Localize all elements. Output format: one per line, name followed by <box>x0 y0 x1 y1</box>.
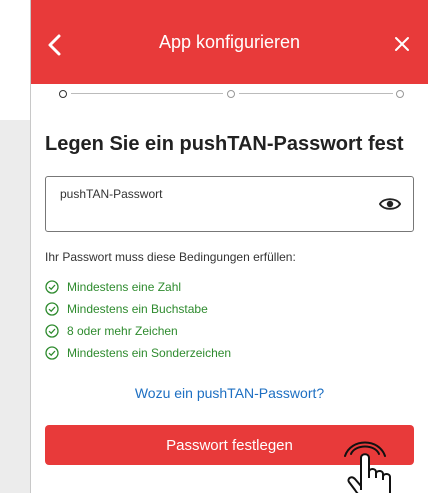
background-panel <box>0 120 30 493</box>
step-2-indicator <box>227 90 235 98</box>
progress-stepper <box>31 84 428 104</box>
step-1-indicator <box>59 90 67 98</box>
step-3-indicator <box>396 90 404 98</box>
check-circle-icon <box>45 346 59 360</box>
condition-label: Mindestens eine Zahl <box>67 280 182 294</box>
set-password-button-label: Passwort festlegen <box>166 436 293 454</box>
conditions-list: Mindestens eine Zahl Mindestens ein Buch… <box>45 276 231 364</box>
page-title: App konfigurieren <box>158 32 301 52</box>
app-header: App konfigurieren <box>31 0 428 84</box>
condition-item: Mindestens eine Zahl <box>45 276 231 298</box>
eye-icon[interactable] <box>379 195 401 213</box>
app-screen: App konfigurieren Legen Sie ein pushTAN-… <box>30 0 428 493</box>
step-connector <box>239 93 393 94</box>
password-field[interactable]: pushTAN-Passwort <box>45 176 414 232</box>
check-circle-icon <box>45 302 59 316</box>
condition-item: Mindestens ein Buchstabe <box>45 298 231 320</box>
pointing-hand-icon <box>344 441 391 493</box>
condition-item: Mindestens ein Sonderzeichen <box>45 342 231 364</box>
section-heading: Legen Sie ein pushTAN-Passwort fest <box>45 133 404 155</box>
condition-label: Mindestens ein Buchstabe <box>67 302 208 316</box>
help-link[interactable]: Wozu ein pushTAN-Passwort? <box>31 385 428 401</box>
check-circle-icon <box>45 324 59 338</box>
password-field-label: pushTAN-Passwort <box>60 187 163 201</box>
conditions-title: Ihr Passwort muss diese Bedingungen erfü… <box>45 250 296 264</box>
step-connector <box>71 93 223 94</box>
condition-label: Mindestens ein Sonderzeichen <box>67 346 232 360</box>
close-icon[interactable] <box>390 32 414 56</box>
check-circle-icon <box>45 280 59 294</box>
condition-label: 8 oder mehr Zeichen <box>67 324 178 338</box>
condition-item: 8 oder mehr Zeichen <box>45 320 231 342</box>
